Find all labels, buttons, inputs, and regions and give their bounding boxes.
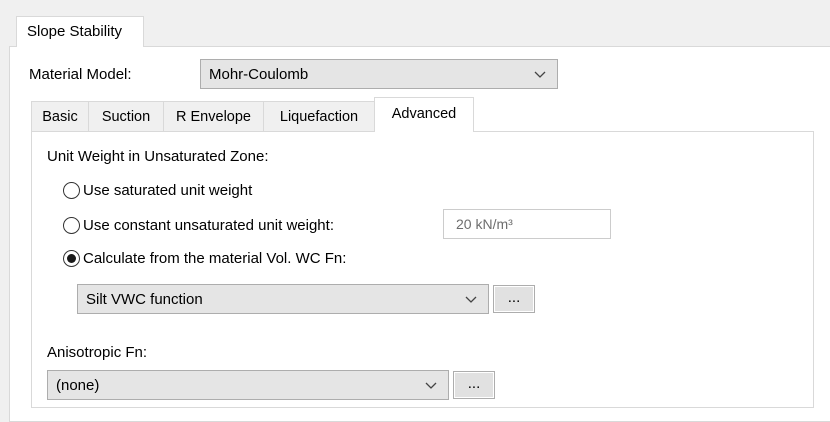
- tab-r-envelope[interactable]: R Envelope: [163, 101, 264, 131]
- tab-r-envelope-label: R Envelope: [176, 109, 251, 125]
- anisotropic-function-value: (none): [56, 377, 100, 394]
- tab-liquefaction[interactable]: Liquefaction: [263, 101, 375, 131]
- material-model-dropdown[interactable]: Mohr-Coulomb: [200, 59, 558, 89]
- vwc-function-browse-label: ...: [507, 289, 521, 306]
- radio-selected-icon: [67, 254, 76, 263]
- radio-saturated-unit-weight[interactable]: [63, 182, 80, 199]
- anisotropic-function-browse-label: ...: [467, 375, 481, 392]
- radio-calculate-from-vwc[interactable]: [63, 250, 80, 267]
- radio-constant-unsaturated-unit-weight[interactable]: [63, 217, 80, 234]
- window-frame: Slope Stability Material Model: Mohr-Cou…: [0, 0, 830, 422]
- tab-liquefaction-label: Liquefaction: [279, 109, 359, 125]
- chevron-down-icon: [465, 296, 477, 303]
- unit-weight-section-label: Unit Weight in Unsaturated Zone:: [47, 148, 269, 165]
- calculate-from-vwc-label[interactable]: Calculate from the material Vol. WC Fn:: [83, 250, 346, 267]
- material-model-label: Material Model:: [29, 66, 132, 83]
- constant-unit-weight-field[interactable]: 20 kN/m³: [443, 209, 611, 239]
- anisotropic-function-browse-button[interactable]: ...: [453, 371, 495, 399]
- chevron-down-icon: [425, 382, 437, 389]
- tab-suction-label: Suction: [101, 109, 151, 125]
- anisotropic-function-dropdown[interactable]: (none): [47, 370, 449, 400]
- constant-unit-weight-value: 20 kN/m³: [456, 216, 513, 232]
- tab-advanced-label: Advanced: [391, 106, 457, 122]
- tab-suction[interactable]: Suction: [88, 101, 164, 131]
- anisotropic-fn-label: Anisotropic Fn:: [47, 344, 148, 361]
- slope-stability-panel: Material Model: Mohr-Coulomb Basic Sucti…: [9, 46, 830, 422]
- constant-unsaturated-unit-weight-label[interactable]: Use constant unsaturated unit weight:: [83, 217, 334, 234]
- tab-slope-stability-label: Slope Stability: [27, 23, 123, 40]
- tab-basic-label: Basic: [42, 109, 78, 125]
- material-model-value: Mohr-Coulomb: [209, 66, 309, 83]
- vwc-function-dropdown[interactable]: Silt VWC function: [77, 284, 489, 314]
- vwc-function-browse-button[interactable]: ...: [493, 285, 535, 313]
- chevron-down-icon: [534, 71, 546, 78]
- saturated-unit-weight-label[interactable]: Use saturated unit weight: [83, 182, 252, 199]
- advanced-panel: Unit Weight in Unsaturated Zone: Use sat…: [31, 131, 814, 408]
- vwc-function-value: Silt VWC function: [86, 291, 203, 308]
- tab-slope-stability[interactable]: Slope Stability: [16, 16, 144, 47]
- tab-basic[interactable]: Basic: [31, 101, 89, 131]
- tab-advanced[interactable]: Advanced: [374, 97, 474, 132]
